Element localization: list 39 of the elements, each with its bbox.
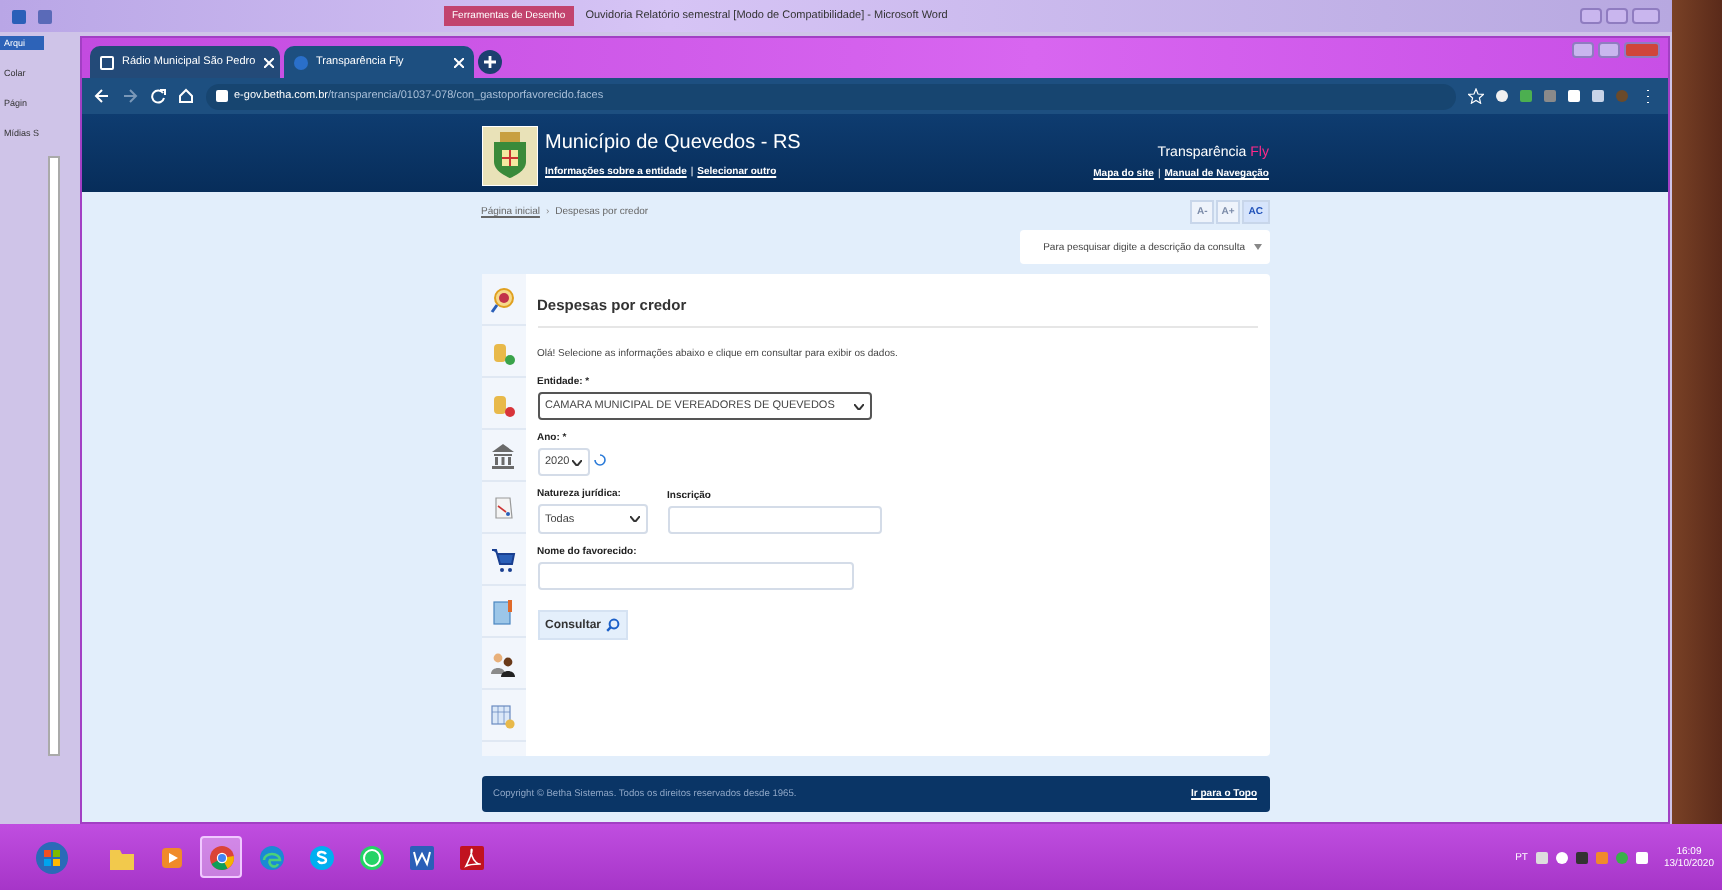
new-tab-icon[interactable] <box>478 50 502 74</box>
star-icon[interactable] <box>1468 88 1484 104</box>
media-player-icon <box>157 843 185 871</box>
magnifier-icon[interactable] <box>490 285 516 313</box>
caret-icon <box>853 403 863 409</box>
home-icon[interactable] <box>178 88 194 104</box>
close-icon[interactable] <box>454 57 464 67</box>
pdf-icon <box>457 843 485 871</box>
skype-icon <box>307 843 335 871</box>
registration-field[interactable] <box>667 506 881 534</box>
site-icon <box>100 55 114 69</box>
book-icon[interactable] <box>490 597 516 625</box>
maximize-button[interactable] <box>1606 8 1628 24</box>
edge-icon <box>257 843 285 871</box>
calendar-icon[interactable] <box>490 701 516 729</box>
start-button[interactable] <box>36 841 68 873</box>
payee-field[interactable] <box>537 562 853 590</box>
municipality-title: Município de Quevedos - RS <box>545 132 801 154</box>
back-icon[interactable] <box>94 88 110 104</box>
site-icon <box>294 55 308 69</box>
caret-icon <box>1253 244 1261 250</box>
caret-icon <box>571 459 581 465</box>
forward-icon[interactable] <box>122 88 138 104</box>
reload-icon[interactable] <box>150 88 166 104</box>
maximize-button[interactable] <box>1598 42 1620 58</box>
cart-icon[interactable] <box>490 545 516 573</box>
taskbar-app[interactable] <box>200 836 242 878</box>
document-icon[interactable] <box>490 493 516 521</box>
search-icon <box>605 618 620 632</box>
caret-icon <box>629 516 639 522</box>
people-icon[interactable] <box>490 649 516 677</box>
whatsapp-icon <box>357 843 385 871</box>
coat-of-arms-drawing <box>481 125 537 185</box>
bank-icon[interactable] <box>490 441 516 469</box>
close-icon[interactable] <box>263 57 274 67</box>
minimize-button[interactable] <box>1580 8 1602 24</box>
minimize-button[interactable] <box>1572 42 1594 58</box>
chrome-icon <box>207 843 235 871</box>
close-button[interactable] <box>1632 8 1660 24</box>
